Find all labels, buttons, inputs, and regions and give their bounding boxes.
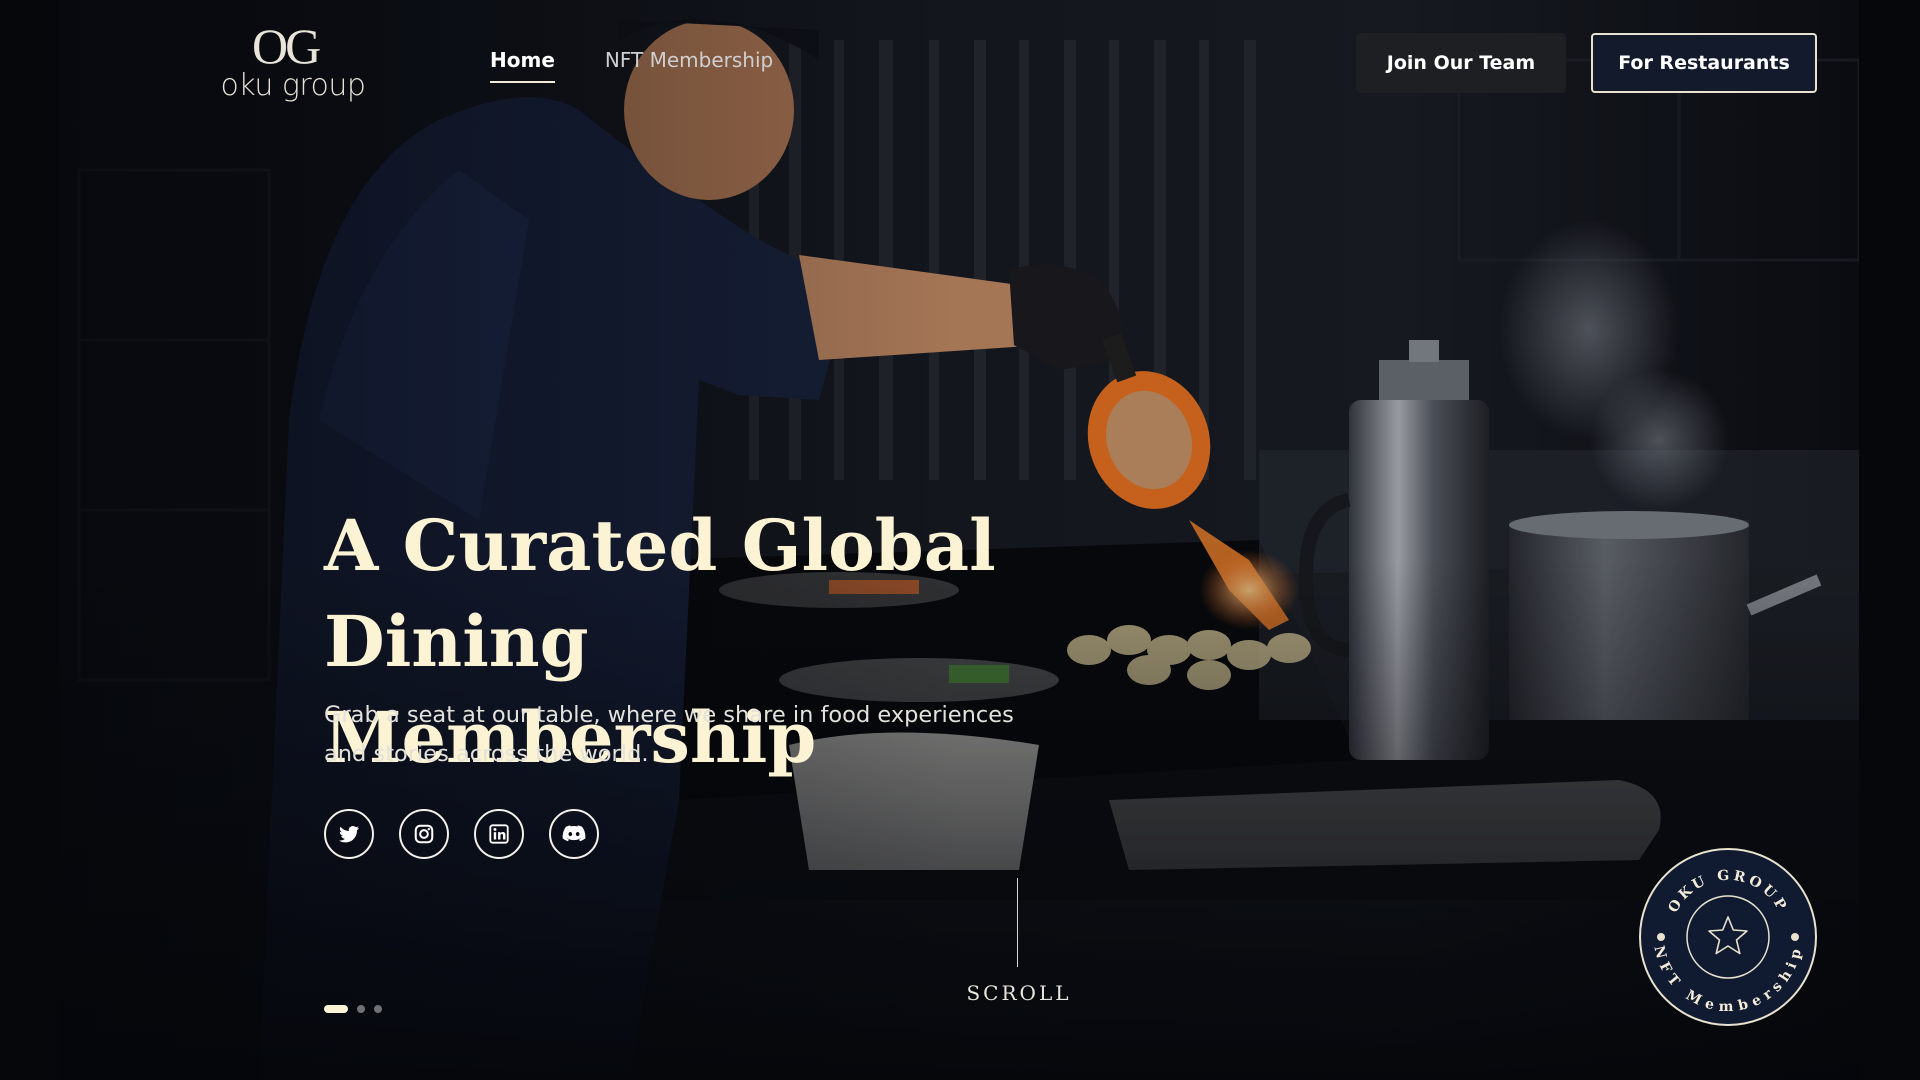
instagram-icon — [414, 824, 434, 844]
hero-banner: OG oku group Home NFT Membership Join Ou… — [59, 0, 1859, 1080]
hero-subtext: Grab a seat at our table, where we share… — [324, 696, 1024, 774]
join-our-team-button[interactable]: Join Our Team — [1356, 33, 1566, 93]
nav-item-nft-membership[interactable]: NFT Membership — [605, 48, 773, 83]
page: OG oku group Home NFT Membership Join Ou… — [0, 0, 1920, 1080]
main-nav: Home NFT Membership — [490, 48, 773, 83]
twitter-icon — [339, 826, 359, 843]
nav-item-home[interactable]: Home — [490, 48, 555, 83]
social-links — [324, 809, 599, 859]
scroll-line — [1017, 878, 1018, 967]
hero-headline-line-1: A Curated Global — [324, 504, 996, 587]
hero-subtext-line-2: and stories across the world. — [324, 741, 649, 767]
carousel-dot-1[interactable] — [324, 1005, 348, 1013]
carousel-dot-2[interactable] — [357, 1005, 365, 1013]
instagram-link[interactable] — [399, 809, 449, 859]
discord-icon — [562, 825, 586, 842]
for-restaurants-button[interactable]: For Restaurants — [1591, 33, 1817, 93]
hero-subtext-line-1: Grab a seat at our table, where we share… — [324, 702, 1014, 728]
carousel-indicators — [324, 1005, 382, 1013]
linkedin-link[interactable] — [474, 809, 524, 859]
carousel-dot-3[interactable] — [374, 1005, 382, 1013]
logo-monogram: OG — [252, 18, 321, 74]
linkedin-icon — [489, 824, 509, 844]
logo-wordmark: oku group — [220, 68, 366, 103]
discord-link[interactable] — [549, 809, 599, 859]
twitter-link[interactable] — [324, 809, 374, 859]
brand-logo[interactable]: OG oku group — [216, 18, 370, 103]
nft-membership-badge[interactable]: OKU GROUP NFT Membership — [1638, 847, 1818, 1027]
scroll-indicator[interactable]: SCROLL — [919, 981, 1119, 1005]
